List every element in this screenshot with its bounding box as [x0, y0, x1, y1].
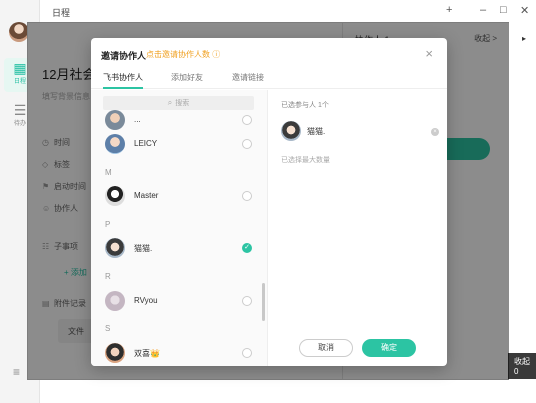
- maximize-icon[interactable]: □: [500, 4, 507, 16]
- selected-name: 猫猫.: [307, 127, 326, 136]
- contact-name: Master: [134, 191, 159, 200]
- add-icon[interactable]: +: [446, 4, 452, 16]
- minimize-icon[interactable]: –: [480, 4, 486, 16]
- list-item[interactable]: Master: [91, 180, 263, 212]
- expand-arrow-icon[interactable]: ▸: [522, 34, 526, 43]
- selected-limit-hint: 已选择最大数量: [281, 157, 330, 164]
- close-window-icon[interactable]: ✕: [520, 4, 529, 17]
- tab-invite-link[interactable]: 邀请链接: [232, 72, 264, 89]
- app-window: ▦ 日程 ☰ 待办 ≡ 日程 + – □ ✕ 12月社会化 填写背景信息 ◷ 时间…: [0, 0, 536, 403]
- remove-icon[interactable]: ×: [431, 128, 439, 136]
- contact-list: ⌕ 搜索 ... LEICY M Master P 猫猫. ✓ R RVyou …: [91, 90, 268, 366]
- close-icon[interactable]: ×: [425, 46, 433, 61]
- tab-feishu-collaborators[interactable]: 飞书协作人: [103, 72, 143, 89]
- user-avatar[interactable]: [9, 22, 29, 42]
- avatar: [105, 110, 125, 130]
- tab-add-friends[interactable]: 添加好友: [171, 72, 203, 89]
- list-scrollbar[interactable]: [262, 283, 265, 321]
- avatar: [105, 291, 125, 311]
- index-letter: M: [105, 168, 112, 177]
- window-titlebar: 日程 + – □ ✕: [40, 0, 536, 22]
- contact-name: RVyou: [134, 296, 158, 305]
- select-radio-checked[interactable]: ✓: [242, 243, 252, 253]
- list-item[interactable]: RVyou: [91, 285, 263, 317]
- contact-name: LEICY: [134, 139, 158, 148]
- index-letter: R: [105, 272, 111, 281]
- avatar: [105, 134, 125, 154]
- select-radio[interactable]: [242, 115, 252, 125]
- list-item[interactable]: 双喜👑: [91, 337, 263, 366]
- selected-count: 已选参与人 1个: [281, 102, 329, 109]
- invite-collaborator-dialog: 邀请协作人 点击邀请协作人数 ⓘ × 飞书协作人 添加好友 邀请链接 ⌕ 搜索 .…: [91, 38, 447, 366]
- index-letter: P: [105, 220, 111, 229]
- cancel-button[interactable]: 取消: [299, 339, 353, 357]
- avatar: [105, 238, 125, 258]
- avatar: [105, 186, 125, 206]
- menu-icon[interactable]: ≡: [13, 365, 20, 379]
- avatar: [105, 343, 125, 363]
- select-radio[interactable]: [242, 296, 252, 306]
- selected-panel: 已选参与人 1个 猫猫. × 已选择最大数量 取消 确定: [269, 90, 447, 366]
- window-title: 日程: [52, 8, 71, 18]
- list-item[interactable]: LEICY: [91, 128, 263, 160]
- select-radio[interactable]: [242, 139, 252, 149]
- confirm-button[interactable]: 确定: [362, 339, 416, 357]
- dialog-hint[interactable]: 点击邀请协作人数 ⓘ: [146, 49, 220, 60]
- avatar: [281, 121, 301, 141]
- dialog-title: 邀请协作人: [101, 51, 147, 61]
- contact-name: 双喜👑: [134, 349, 160, 358]
- contact-name: 猫猫.: [134, 244, 153, 253]
- select-radio[interactable]: [242, 191, 252, 201]
- contact-name: ...: [134, 115, 141, 124]
- edge-status: 收起 0: [508, 353, 536, 379]
- invite-tabs: 飞书协作人 添加好友 邀请链接: [91, 69, 447, 89]
- select-radio[interactable]: [242, 348, 252, 358]
- index-letter: S: [105, 324, 111, 333]
- list-item[interactable]: 猫猫. ✓: [91, 232, 263, 264]
